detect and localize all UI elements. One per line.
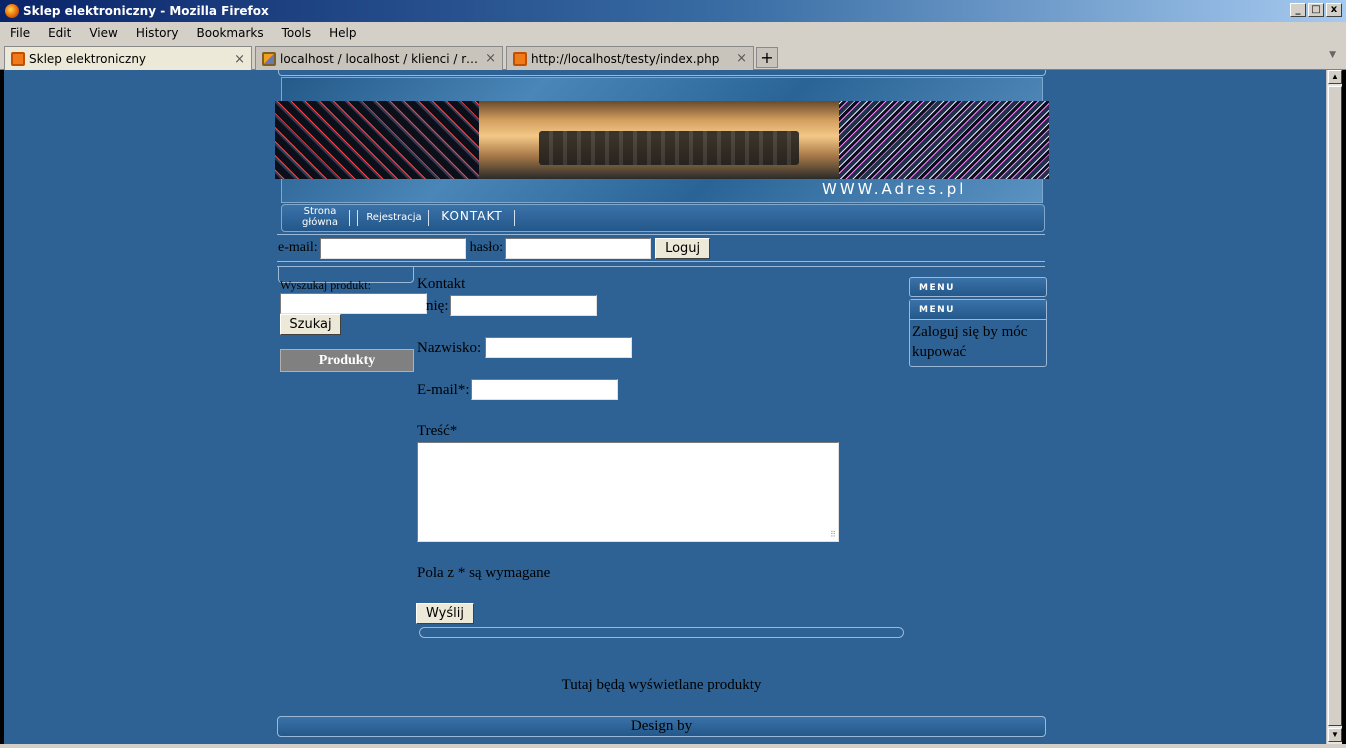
window-title: Sklep elektroniczny - Mozilla Firefox <box>23 4 269 18</box>
nav-divider <box>357 210 358 226</box>
login-password-input[interactable] <box>505 237 652 259</box>
tab-phpmyadmin[interactable]: localhost / localhost / klienci / rejest… <box>255 46 503 70</box>
tab-close-icon[interactable]: × <box>234 52 245 67</box>
tab-testy[interactable]: http://localhost/testy/index.php × <box>506 46 754 70</box>
nav-register[interactable]: Rejestracja <box>361 212 427 223</box>
status-edge <box>0 744 1346 748</box>
window-titlebar: Sklep elektroniczny - Mozilla Firefox _ … <box>0 0 1346 22</box>
login-bar: e-mail: hasło: Loguj <box>277 234 1045 262</box>
required-note: Pola z * są wymagane <box>417 565 551 581</box>
tab-title: localhost / localhost / klienci / rejest… <box>280 51 479 66</box>
content-divider <box>419 627 904 638</box>
menu-file[interactable]: File <box>0 26 38 40</box>
password-label: hasło: <box>469 240 504 255</box>
tab-close-icon[interactable]: × <box>485 51 496 66</box>
nav-divider <box>428 210 429 226</box>
menu-edit[interactable]: Edit <box>38 26 79 40</box>
login-button[interactable]: Loguj <box>655 237 711 259</box>
tab-title: http://localhost/testy/index.php <box>531 51 720 66</box>
right-menu-panel-header: MENU <box>910 300 1046 320</box>
scroll-down-icon[interactable]: ▼ <box>1328 728 1342 742</box>
nav-divider <box>349 210 350 226</box>
search-input[interactable] <box>280 293 427 314</box>
tab-list-chevron-down-icon[interactable]: ▼ <box>1329 50 1336 60</box>
products-button[interactable]: Produkty <box>280 349 414 372</box>
site-url-banner: WWW.Adres.pl <box>822 180 967 198</box>
xampp-favicon-icon <box>11 52 25 66</box>
tab-title: Sklep elektroniczny <box>29 52 147 66</box>
nav-contact[interactable]: KONTAKT <box>434 210 510 222</box>
window-edge <box>1342 70 1346 748</box>
surname-input[interactable] <box>485 337 632 358</box>
new-tab-button[interactable]: + <box>756 47 778 68</box>
menu-view[interactable]: View <box>79 26 125 40</box>
nav-divider <box>514 210 515 226</box>
email-label: e-mail: <box>278 240 318 255</box>
circuit-image-right <box>839 101 1049 179</box>
scroll-thumb[interactable] <box>1328 86 1342 726</box>
maximize-button[interactable]: □ <box>1308 3 1324 17</box>
tab-close-icon[interactable]: × <box>736 51 747 66</box>
nav-home[interactable]: Strona główna <box>296 206 344 228</box>
surname-label: Nazwisko: <box>417 340 482 356</box>
right-menu-panel: MENU Zaloguj się by móc kupować <box>909 299 1047 367</box>
menu-bookmarks[interactable]: Bookmarks <box>187 26 272 40</box>
menu-help[interactable]: Help <box>319 26 364 40</box>
right-menu-header: MENU <box>909 277 1047 297</box>
page-viewport: WWW.Adres.pl Strona główna Rejestracja K… <box>4 70 1326 744</box>
contact-email-input[interactable] <box>471 379 618 400</box>
footer: Design by <box>277 716 1046 737</box>
products-placeholder: Tutaj będą wyświetlane produkty <box>561 677 762 693</box>
search-label: Wyszukaj produkt: <box>280 278 371 292</box>
contact-heading: Kontakt <box>417 276 466 292</box>
scroll-up-icon[interactable]: ▲ <box>1328 70 1342 84</box>
tab-bar: Sklep elektroniczny × localhost / localh… <box>0 44 1346 71</box>
main-nav: Strona główna Rejestracja KONTAKT <box>281 204 1045 232</box>
header-photo <box>275 101 1049 179</box>
search-button[interactable]: Szukaj <box>280 314 341 335</box>
top-strip <box>278 70 1046 76</box>
nav-home-line1: Strona <box>303 206 337 217</box>
login-email-input[interactable] <box>319 237 466 259</box>
phpmyadmin-favicon-icon <box>262 51 276 66</box>
vertical-scrollbar[interactable]: ▲ ▼ <box>1326 70 1342 744</box>
tab-sklep[interactable]: Sklep elektroniczny × <box>4 46 252 71</box>
name-label: nię: <box>426 298 449 314</box>
nav-home-line2: główna <box>302 217 338 228</box>
email-label: E-mail*: <box>417 382 470 398</box>
firefox-logo-icon <box>5 4 19 18</box>
menu-history[interactable]: History <box>126 26 187 40</box>
login-prompt: Zaloguj się by móc kupować <box>912 324 1028 360</box>
send-button[interactable]: Wyślij <box>416 603 474 624</box>
breadboard-image <box>479 101 839 179</box>
close-window-button[interactable]: x <box>1326 3 1342 17</box>
name-input[interactable] <box>450 295 597 316</box>
minimize-button[interactable]: _ <box>1290 3 1306 17</box>
xampp-favicon-icon <box>513 51 527 66</box>
menu-bar: File Edit View History Bookmarks Tools H… <box>0 22 1346 44</box>
resize-grip-icon[interactable]: ⠿ <box>830 530 836 539</box>
circuit-image-left <box>275 101 479 179</box>
message-textarea[interactable]: ⠿ <box>417 442 839 542</box>
menu-tools[interactable]: Tools <box>272 26 320 40</box>
message-label: Treść* <box>417 423 458 439</box>
